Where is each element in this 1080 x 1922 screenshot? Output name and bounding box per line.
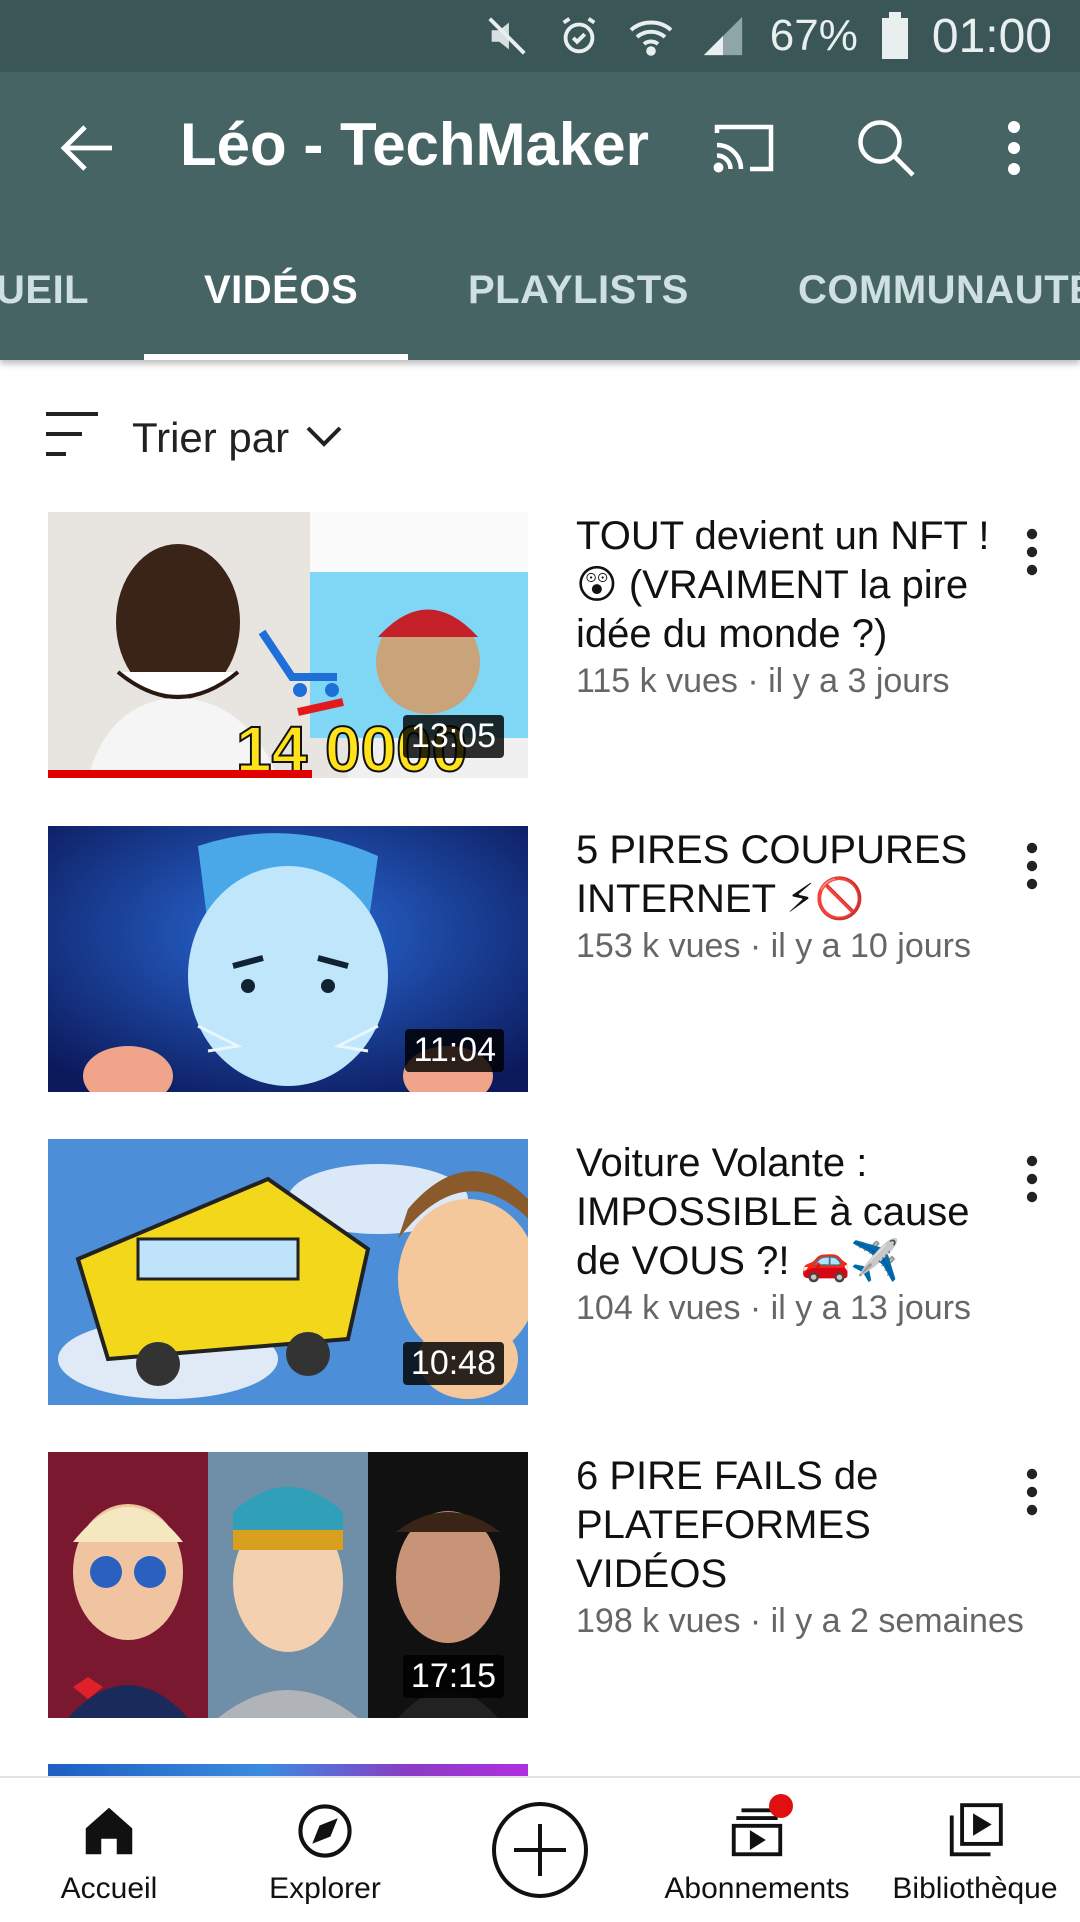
- video-title[interactable]: 6 PIRE FAILS de PLATEFORMES VIDÉOS: [576, 1452, 1020, 1599]
- nav-bibliotheque[interactable]: Bibliothèque: [880, 1778, 1070, 1922]
- video-info: TOUT devient un NFT ! 😲 (VRAIMENT la pir…: [576, 512, 1020, 703]
- video-meta: 198 k vues · il y a 2 semaines: [576, 1602, 1024, 1640]
- video-title[interactable]: TOUT devient un NFT ! 😲 (VRAIMENT la pir…: [576, 512, 1020, 659]
- compass-icon: [293, 1800, 357, 1862]
- bottom-nav: Accueil Explorer Abonnements Bibliothèqu…: [0, 1776, 1080, 1920]
- video-info: 5 PIRES COUPURES INTERNET ⚡🚫 153 k vues …: [576, 826, 1020, 968]
- video-thumbnail[interactable]: 10:48: [48, 1139, 528, 1405]
- watch-progress-bar: [48, 770, 312, 778]
- duration-badge: 10:48: [402, 1342, 504, 1385]
- video-info: Voiture Volante : IMPOSSIBLE à cause de …: [576, 1139, 1020, 1330]
- tab-videos[interactable]: VIDÉOS: [204, 268, 358, 313]
- battery-percent: 67%: [769, 11, 858, 60]
- channel-tabs: UEIL VIDÉOS PLAYLISTS COMMUNAUTÉ: [0, 220, 1080, 360]
- battery-icon: [880, 11, 910, 61]
- active-tab-indicator: [144, 354, 408, 360]
- video-thumbnail[interactable]: 14 0000 13:05: [48, 512, 528, 778]
- video-meta: 115 k vues · il y a 3 jours: [576, 662, 950, 700]
- nav-abonnements[interactable]: Abonnements: [652, 1778, 862, 1922]
- video-title[interactable]: Voiture Volante : IMPOSSIBLE à cause de …: [576, 1139, 1020, 1286]
- more-vert-icon[interactable]: [1016, 1149, 1048, 1209]
- video-item[interactable]: 14 0000 13:05 TOUT devient un NFT ! 😲 (V…: [0, 512, 1080, 782]
- duration-badge: 17:15: [402, 1655, 504, 1698]
- wifi-icon: [626, 11, 676, 61]
- back-arrow-icon[interactable]: [52, 112, 124, 184]
- nav-label: Explorer: [269, 1872, 381, 1905]
- duration-badge: 11:04: [405, 1029, 504, 1072]
- tab-playlists[interactable]: PLAYLISTS: [468, 268, 689, 313]
- signal-icon: [698, 11, 748, 61]
- video-info: 6 PIRE FAILS de PLATEFORMES VIDÉOS 198 k…: [576, 1452, 1024, 1643]
- subscriptions-icon: [725, 1794, 793, 1862]
- tab-accueil[interactable]: UEIL: [0, 268, 89, 313]
- video-thumbnail[interactable]: 17:15: [48, 1452, 528, 1718]
- status-bar: 67% 01:00: [0, 0, 1080, 72]
- nav-explorer[interactable]: Explorer: [260, 1778, 390, 1922]
- video-item[interactable]: 10:48 Voiture Volante : IMPOSSIBLE à cau…: [0, 1139, 1080, 1409]
- video-meta: 153 k vues · il y a 10 jours: [576, 927, 971, 965]
- library-icon: [943, 1800, 1007, 1862]
- channel-title: Léo - TechMaker: [180, 111, 650, 178]
- tab-communaute[interactable]: COMMUNAUTÉ: [798, 268, 1080, 313]
- nav-label: Bibliothèque: [892, 1872, 1058, 1905]
- video-item[interactable]: 11:04 5 PIRES COUPURES INTERNET ⚡🚫 153 k…: [0, 826, 1080, 1096]
- home-icon: [77, 1800, 141, 1862]
- duration-badge: 13:05: [402, 715, 504, 758]
- mute-icon: [482, 11, 532, 61]
- nav-label: Abonnements: [664, 1872, 850, 1905]
- sort-icon: [42, 408, 102, 460]
- video-title[interactable]: 5 PIRES COUPURES INTERNET ⚡🚫: [576, 826, 1020, 924]
- more-vert-icon[interactable]: [1016, 836, 1048, 896]
- more-vert-icon[interactable]: [1016, 1462, 1048, 1522]
- app-bar: Léo - TechMaker: [0, 72, 1080, 220]
- more-vert-icon[interactable]: [986, 112, 1042, 184]
- alarm-icon: [554, 11, 604, 61]
- sort-label[interactable]: Trier par: [132, 414, 289, 462]
- add-circle-icon[interactable]: [490, 1800, 590, 1900]
- clock: 01:00: [931, 9, 1052, 63]
- video-thumbnail[interactable]: 11:04: [48, 826, 528, 1092]
- nav-label: Accueil: [60, 1872, 158, 1905]
- search-icon[interactable]: [850, 112, 922, 184]
- video-meta: 104 k vues · il y a 13 jours: [576, 1289, 971, 1327]
- chevron-down-icon[interactable]: [302, 418, 346, 454]
- cast-icon[interactable]: [708, 112, 780, 184]
- sort-bar[interactable]: Trier par: [0, 396, 1080, 482]
- video-item[interactable]: 17:15 6 PIRE FAILS de PLATEFORMES VIDÉOS…: [0, 1452, 1080, 1722]
- more-vert-icon[interactable]: [1016, 522, 1048, 582]
- notification-badge: [769, 1794, 793, 1818]
- nav-accueil[interactable]: Accueil: [44, 1778, 174, 1922]
